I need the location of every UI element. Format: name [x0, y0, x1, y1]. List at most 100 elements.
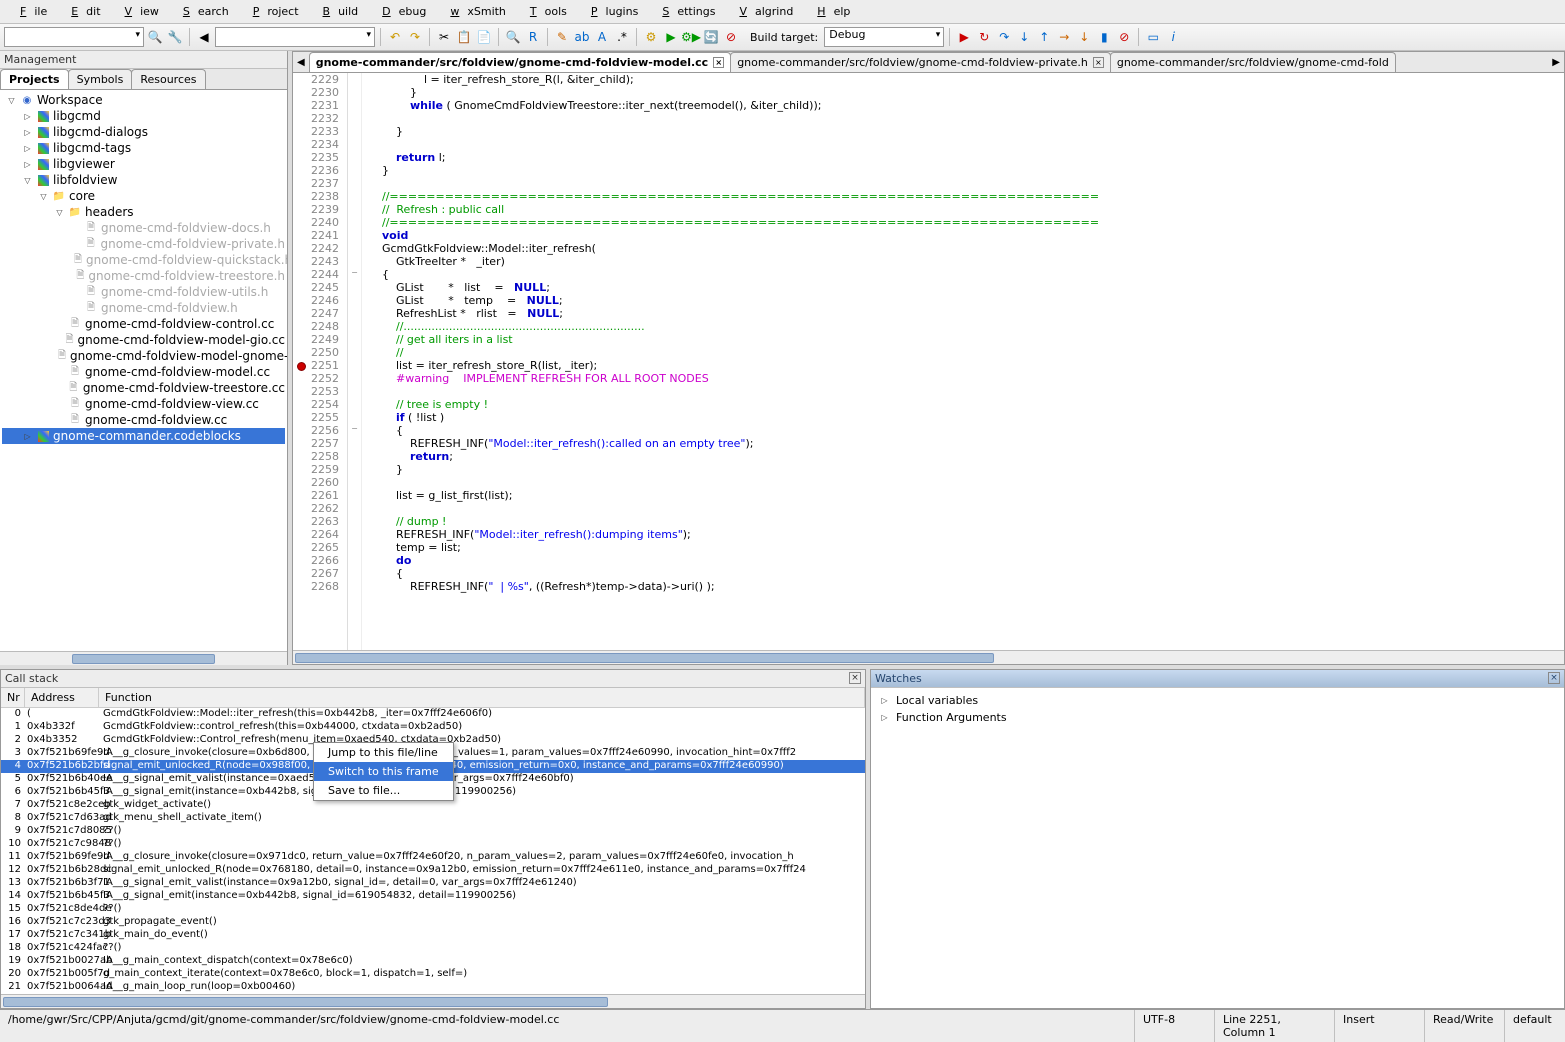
find-icon[interactable]: 🔍: [504, 28, 522, 46]
tree-item[interactable]: 🗎gnome-cmd-foldview-treestore.h: [2, 268, 285, 284]
close-tab-icon[interactable]: ×: [1093, 57, 1104, 68]
tree-item[interactable]: 🗎gnome-cmd-foldview-model-gnome-vfs.cc: [2, 348, 285, 364]
editor-tab[interactable]: gnome-commander/src/foldview/gnome-cmd-f…: [309, 52, 732, 72]
tree-item[interactable]: ▽libfoldview: [2, 172, 285, 188]
tree-item[interactable]: 🗎gnome-cmd-foldview-docs.h: [2, 220, 285, 236]
ctx-item[interactable]: Switch to this frame: [314, 762, 453, 781]
menu-tools[interactable]: Tools: [514, 2, 575, 21]
stack-row[interactable]: 120x7f521b6b28dcsignal_emit_unlocked_R(n…: [1, 864, 865, 877]
window-icon[interactable]: ▭: [1144, 28, 1162, 46]
menu-valgrind[interactable]: Valgrind: [723, 2, 801, 21]
tree-item[interactable]: 🗎gnome-cmd-foldview-quickstack.h: [2, 252, 285, 268]
regex-icon[interactable]: .*: [613, 28, 631, 46]
mgmt-scroll[interactable]: [0, 651, 287, 665]
redo-icon[interactable]: ↷: [406, 28, 424, 46]
stack-row[interactable]: 170x7f521c7c341bgtk_main_do_event(): [1, 929, 865, 942]
menu-settings[interactable]: Settings: [646, 2, 723, 21]
abort-icon[interactable]: ⊘: [722, 28, 740, 46]
menu-build[interactable]: Build: [307, 2, 367, 21]
close-icon[interactable]: ×: [849, 672, 861, 684]
stack-row[interactable]: 0(GcmdGtkFoldview::Model::iter_refresh(t…: [1, 708, 865, 721]
run-icon[interactable]: ▶: [662, 28, 680, 46]
a-icon[interactable]: A: [593, 28, 611, 46]
menu-view[interactable]: View: [109, 2, 167, 21]
tree-item[interactable]: ▽📁core: [2, 188, 285, 204]
menu-project[interactable]: Project: [237, 2, 307, 21]
tree-item[interactable]: ▷libgcmd-dialogs: [2, 124, 285, 140]
undo-icon[interactable]: ↶: [386, 28, 404, 46]
highlight-icon[interactable]: ✎: [553, 28, 571, 46]
proj-tab-resources[interactable]: Resources: [131, 69, 205, 89]
next-inst-icon[interactable]: →: [1055, 28, 1073, 46]
watch-item[interactable]: ▷Function Arguments: [879, 709, 1556, 726]
tree-item[interactable]: ▽📁headers: [2, 204, 285, 220]
symbol-combo[interactable]: [4, 27, 144, 47]
replace-icon[interactable]: R: [524, 28, 542, 46]
proj-tab-projects[interactable]: Projects: [0, 69, 69, 89]
tree-item[interactable]: 🗎gnome-cmd-foldview-utils.h: [2, 284, 285, 300]
tree-item[interactable]: ▽◉Workspace: [2, 92, 285, 108]
editor-scroll[interactable]: [293, 650, 1564, 664]
watches-body[interactable]: ▷Local variables▷Function Arguments: [871, 688, 1564, 730]
find-combo[interactable]: [215, 27, 375, 47]
select-icon[interactable]: ab: [573, 28, 591, 46]
menu-edit[interactable]: Edit: [55, 2, 108, 21]
menu-search[interactable]: Search: [167, 2, 237, 21]
build-run-icon[interactable]: ⚙▶: [682, 28, 700, 46]
build-icon[interactable]: ⚙: [642, 28, 660, 46]
cut-icon[interactable]: ✂: [435, 28, 453, 46]
col-addr[interactable]: Address: [25, 688, 99, 707]
menu-wxsmith[interactable]: wxSmith: [434, 2, 514, 21]
tree-item[interactable]: 🗎gnome-cmd-foldview-model-gio.cc: [2, 332, 285, 348]
menu-help[interactable]: Help: [801, 2, 858, 21]
col-fn[interactable]: Function: [99, 688, 865, 707]
stack-row[interactable]: 200x7f521b005f7dg_main_context_iterate(c…: [1, 968, 865, 981]
menu-plugins[interactable]: Plugins: [575, 2, 646, 21]
tab-nav-left[interactable]: ◀: [293, 57, 309, 68]
tree-item[interactable]: 🗎gnome-cmd-foldview.h: [2, 300, 285, 316]
menu-file[interactable]: File: [4, 2, 55, 21]
stack-row[interactable]: 190x7f521b0027abIA__g_main_context_dispa…: [1, 955, 865, 968]
tree-item[interactable]: 🗎gnome-cmd-foldview-model.cc: [2, 364, 285, 380]
close-icon[interactable]: ×: [1548, 672, 1560, 684]
tree-item[interactable]: ▷gnome-commander.codeblocks: [2, 428, 285, 444]
stop-icon[interactable]: ⊘: [1115, 28, 1133, 46]
stack-row[interactable]: 80x7f521c7d63adgtk_menu_shell_activate_i…: [1, 812, 865, 825]
debug-start-icon[interactable]: ▶: [955, 28, 973, 46]
project-tree[interactable]: ▽◉Workspace▷libgcmd▷libgcmd-dialogs▷libg…: [0, 90, 287, 651]
tree-item[interactable]: ▷libgcmd: [2, 108, 285, 124]
editor-tab[interactable]: gnome-commander/src/foldview/gnome-cmd-f…: [1110, 52, 1396, 72]
editor-tab[interactable]: gnome-commander/src/foldview/gnome-cmd-f…: [730, 52, 1111, 72]
proj-tab-symbols[interactable]: Symbols: [68, 69, 133, 89]
tree-item[interactable]: 🗎gnome-cmd-foldview-treestore.cc: [2, 380, 285, 396]
rebuild-icon[interactable]: 🔄: [702, 28, 720, 46]
tree-item[interactable]: 🗎gnome-cmd-foldview-private.h: [2, 236, 285, 252]
stack-row[interactable]: 90x7f521c7d8085??(): [1, 825, 865, 838]
ctx-item[interactable]: Save to file...: [314, 781, 453, 800]
stack-row[interactable]: 210x7f521b0064adIA__g_main_loop_run(loop…: [1, 981, 865, 994]
watch-item[interactable]: ▷Local variables: [879, 692, 1556, 709]
step-out-icon[interactable]: ↑: [1035, 28, 1053, 46]
stack-row[interactable]: 160x7f521c7c23d3gtk_propagate_event(): [1, 916, 865, 929]
col-nr[interactable]: Nr: [1, 688, 25, 707]
code-area[interactable]: 2229223022312232223322342235223622372238…: [293, 73, 1564, 650]
tree-item[interactable]: ▷libgcmd-tags: [2, 140, 285, 156]
prev-icon[interactable]: ◀: [195, 28, 213, 46]
breakpoint-icon[interactable]: [297, 362, 306, 371]
step-into-icon[interactable]: ↓: [1015, 28, 1033, 46]
stack-row[interactable]: 100x7f521c7c9848??(): [1, 838, 865, 851]
tree-item[interactable]: 🗎gnome-cmd-foldview-control.cc: [2, 316, 285, 332]
info-icon[interactable]: i: [1164, 28, 1182, 46]
jump-next-icon[interactable]: 🔧: [166, 28, 184, 46]
stack-row[interactable]: 130x7f521b6b3f71IA__g_signal_emit_valist…: [1, 877, 865, 890]
copy-icon[interactable]: 📋: [455, 28, 473, 46]
break-icon[interactable]: ▮: [1095, 28, 1113, 46]
menu-debug[interactable]: Debug: [366, 2, 434, 21]
callstack-scroll[interactable]: [1, 994, 865, 1008]
close-tab-icon[interactable]: ×: [713, 57, 724, 68]
paste-icon[interactable]: 📄: [475, 28, 493, 46]
stack-row[interactable]: 110x7f521b69fe9dIA__g_closure_invoke(clo…: [1, 851, 865, 864]
build-target-combo[interactable]: Debug: [824, 27, 944, 47]
step-inst-icon[interactable]: ↓: [1075, 28, 1093, 46]
stack-row[interactable]: 140x7f521b6b45f3IA__g_signal_emit(instan…: [1, 890, 865, 903]
